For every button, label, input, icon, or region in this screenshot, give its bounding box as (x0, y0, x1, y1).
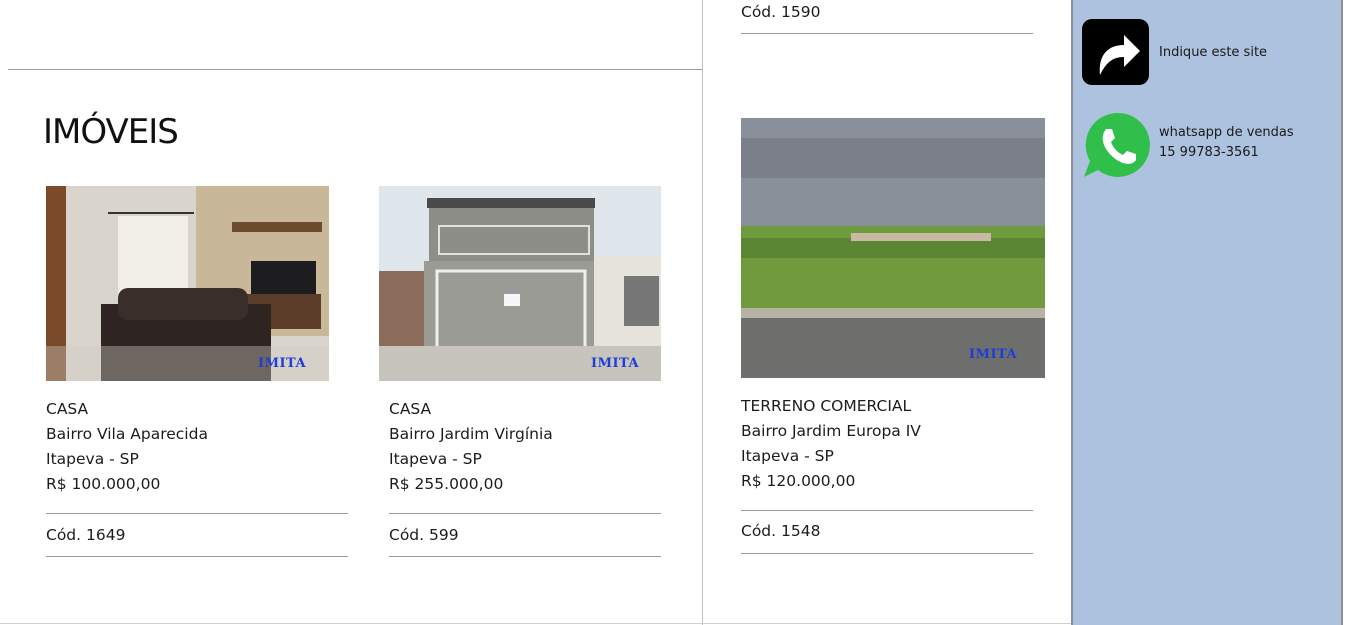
listing-city: Itapeva - SP (741, 447, 834, 465)
listing-type: TERRENO COMERCIAL (741, 397, 912, 415)
share-link[interactable]: Indique este site (1082, 19, 1322, 85)
listing-city: Itapeva - SP (389, 450, 482, 468)
listing-divider (389, 513, 661, 514)
sidebar: Indique este site whatsapp de vendas 15 … (1071, 0, 1343, 625)
whatsapp-icon[interactable] (1082, 111, 1150, 179)
listing-neighborhood: Bairro Jardim Virgínia (389, 425, 553, 443)
watermark-logo: IMITA (591, 356, 640, 371)
watermark-logo: IMITA (258, 356, 307, 371)
listing-divider (741, 510, 1033, 511)
house-facade-photo (379, 186, 661, 381)
listing-neighborhood: Bairro Vila Aparecida (46, 425, 208, 443)
share-label[interactable]: Indique este site (1159, 43, 1267, 63)
listing-price: R$ 120.000,00 (741, 472, 856, 490)
listing-type: CASA (46, 400, 89, 418)
listing-code-divider (741, 33, 1033, 34)
listing-divider (46, 513, 348, 514)
bottom-divider (0, 623, 1071, 624)
listing-city: Itapeva - SP (46, 450, 139, 468)
whatsapp-contact[interactable]: whatsapp de vendas 15 99783-3561 (1082, 111, 1332, 179)
listing-code-divider (741, 553, 1033, 554)
living-room-photo (46, 186, 329, 381)
whatsapp-label[interactable]: whatsapp de vendas (1159, 123, 1294, 143)
watermark-logo: IMITA (969, 347, 1018, 362)
listing-photo[interactable]: IMITA (379, 186, 661, 381)
listing-card[interactable]: IMITA CASA Bairro Vila Aparecida Itapeva… (46, 186, 348, 558)
listing-code-divider (389, 556, 661, 557)
land-lot-photo (741, 118, 1045, 378)
share-arrow-icon[interactable] (1082, 19, 1149, 85)
listing-photo[interactable]: IMITA (741, 118, 1045, 378)
whatsapp-phone[interactable]: 15 99783-3561 (1159, 143, 1294, 163)
listing-card[interactable]: IMITA TERRENO COMERCIAL Bairro Jardim Eu… (741, 118, 1045, 554)
listing-code: Cód. 1548 (741, 522, 821, 540)
listing-price: R$ 255.000,00 (389, 475, 504, 493)
page-title: IMÓVEIS (43, 112, 179, 152)
listing-card[interactable]: IMITA CASA Bairro Jardim Virgínia Itapev… (379, 186, 661, 558)
listing-code: Cód. 599 (389, 526, 459, 544)
listing-price: R$ 100.000,00 (46, 475, 161, 493)
listing-code-divider (46, 556, 348, 557)
listing-type: CASA (389, 400, 432, 418)
listing-code: Cód. 1649 (46, 526, 126, 544)
column-divider (702, 0, 703, 625)
listing-neighborhood: Bairro Jardim Europa IV (741, 422, 921, 440)
section-divider (8, 69, 702, 70)
listing-photo[interactable]: IMITA (46, 186, 329, 381)
listing-code: Cód. 1590 (741, 3, 821, 21)
